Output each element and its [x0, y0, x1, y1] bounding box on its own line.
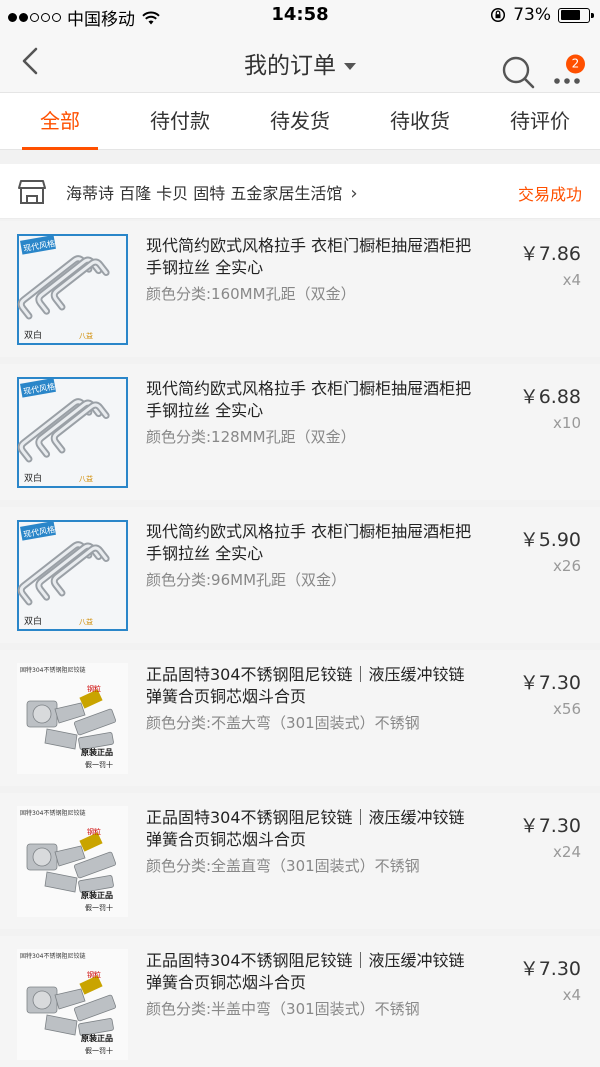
store-icon — [18, 180, 46, 204]
tab-all[interactable]: 全部 — [0, 93, 120, 150]
tab-pending-shipment[interactable]: 待发货 — [240, 93, 360, 149]
product-quantity: x24 — [553, 843, 581, 861]
svg-text:双白: 双白 — [24, 472, 42, 484]
product-price: ￥7.86 — [519, 243, 581, 265]
product-thumbnail[interactable]: 现代风格 双白 八益 — [17, 520, 128, 631]
svg-text:假一罚十: 假一罚十 — [85, 903, 113, 912]
product-spec: 颜色分类:160MM孔距（双金） — [146, 285, 356, 303]
product-quantity: x4 — [562, 271, 581, 289]
product-title: 现代简约欧式风格拉手 衣柜门橱柜抽屉酒柜把手钢拉丝 全实心 — [146, 522, 472, 563]
product-spec: 颜色分类:不盖大弯（301固装式）不锈钢 — [146, 714, 420, 732]
tab-pending-review[interactable]: 待评价 — [480, 93, 600, 149]
svg-text:双白: 双白 — [24, 329, 42, 341]
svg-text:固特304不锈钢阻尼铰链: 固特304不锈钢阻尼铰链 — [20, 809, 85, 817]
svg-text:双白: 双白 — [24, 615, 42, 627]
svg-text:八益: 八益 — [79, 331, 93, 340]
chevron-right-icon: › — [350, 183, 358, 204]
tab-pending-receipt[interactable]: 待收货 — [360, 93, 480, 149]
svg-text:原装正品: 原装正品 — [81, 747, 113, 757]
shop-name[interactable]: 海蒂诗 百隆 卡贝 固特 五金家居生活馆 › — [66, 180, 358, 204]
product-title: 正品固特304不锈钢阻尼铰链｜液压缓冲铰链弹簧合页铜芯烟斗合页 — [146, 808, 465, 849]
svg-text:假一罚十: 假一罚十 — [85, 1046, 113, 1055]
order-item[interactable]: 固特304不锈钢阻尼铰链 钢粒 原装正品 假一罚十 正品固特304不锈钢阻尼铰链… — [0, 793, 600, 929]
nav-bar: 我的订单 2 — [0, 30, 600, 92]
product-thumbnail[interactable]: 现代风格 双白 八益 — [17, 234, 128, 345]
svg-text:固特304不锈钢阻尼铰链: 固特304不锈钢阻尼铰链 — [20, 666, 85, 674]
product-title: 现代简约欧式风格拉手 衣柜门橱柜抽屉酒柜把手钢拉丝 全实心 — [146, 379, 472, 420]
shop-name-text: 海蒂诗 百隆 卡贝 固特 五金家居生活馆 — [66, 184, 343, 203]
svg-text:原装正品: 原装正品 — [81, 1033, 113, 1043]
svg-text:八益: 八益 — [79, 617, 93, 626]
product-thumbnail[interactable]: 固特304不锈钢阻尼铰链 钢粒 原装正品 假一罚十 — [17, 949, 128, 1060]
caret-down-icon — [344, 63, 356, 70]
product-spec: 颜色分类:半盖中弯（301固装式）不锈钢 — [146, 1000, 420, 1018]
product-spec: 颜色分类:128MM孔距（双金） — [146, 428, 356, 446]
product-title: 正品固特304不锈钢阻尼铰链｜液压缓冲铰链弹簧合页铜芯烟斗合页 — [146, 951, 465, 992]
svg-text:假一罚十: 假一罚十 — [85, 760, 113, 769]
product-price: ￥6.88 — [519, 386, 581, 408]
notification-badge: 2 — [566, 54, 585, 74]
product-title: 现代简约欧式风格拉手 衣柜门橱柜抽屉酒柜把手钢拉丝 全实心 — [146, 236, 472, 277]
order-item[interactable]: 现代风格 双白 八益 现代简约欧式风格拉手 衣柜门橱柜抽屉酒柜把手钢拉丝 全实心… — [0, 364, 600, 500]
order-tabs: 全部 待付款 待发货 待收货 待评价 — [0, 92, 600, 150]
svg-text:八益: 八益 — [79, 474, 93, 483]
tab-pending-payment[interactable]: 待付款 — [120, 93, 240, 149]
page-title-text: 我的订单 — [244, 53, 336, 79]
status-bar: 中国移动 14:58 73% — [0, 0, 600, 30]
svg-text:固特304不锈钢阻尼铰链: 固特304不锈钢阻尼铰链 — [20, 952, 85, 960]
product-thumbnail[interactable]: 固特304不锈钢阻尼铰链 钢粒 原装正品 假一罚十 — [17, 806, 128, 917]
product-price: ￥7.30 — [519, 672, 581, 694]
product-price: ￥7.30 — [519, 815, 581, 837]
svg-text:原装正品: 原装正品 — [81, 890, 113, 900]
battery-percent: 73% — [513, 5, 551, 25]
product-thumbnail[interactable]: 现代风格 双白 八益 — [17, 377, 128, 488]
order-item[interactable]: 现代风格 双白 八益 现代简约欧式风格拉手 衣柜门橱柜抽屉酒柜把手钢拉丝 全实心… — [0, 507, 600, 643]
order-item[interactable]: 固特304不锈钢阻尼铰链 钢粒 原装正品 假一罚十 正品固特304不锈钢阻尼铰链… — [0, 650, 600, 786]
product-price: ￥5.90 — [519, 529, 581, 551]
product-price: ￥7.30 — [519, 958, 581, 980]
order-item[interactable]: 固特304不锈钢阻尼铰链 钢粒 原装正品 假一罚十 正品固特304不锈钢阻尼铰链… — [0, 936, 600, 1067]
shop-header[interactable]: 海蒂诗 百隆 卡贝 固特 五金家居生活馆 › 交易成功 — [0, 164, 600, 219]
product-quantity: x26 — [553, 557, 581, 575]
svg-text:钢粒: 钢粒 — [87, 684, 101, 693]
battery-icon — [558, 7, 594, 23]
status-right: 73% — [490, 5, 594, 25]
more-icon[interactable] — [552, 74, 582, 88]
rotation-lock-icon — [491, 7, 506, 23]
product-quantity: x56 — [553, 700, 581, 718]
order-item[interactable]: 现代风格 双白 八益 现代简约欧式风格拉手 衣柜门橱柜抽屉酒柜把手钢拉丝 全实心… — [0, 221, 600, 357]
svg-text:钢粒: 钢粒 — [87, 827, 101, 836]
product-spec: 颜色分类:全盖直弯（301固装式）不锈钢 — [146, 857, 420, 875]
product-thumbnail[interactable]: 固特304不锈钢阻尼铰链 钢粒 原装正品 假一罚十 — [17, 663, 128, 774]
search-icon[interactable] — [500, 54, 536, 90]
order-items: 现代风格 双白 八益 现代简约欧式风格拉手 衣柜门橱柜抽屉酒柜把手钢拉丝 全实心… — [0, 219, 600, 1067]
svg-text:钢粒: 钢粒 — [87, 970, 101, 979]
product-quantity: x10 — [553, 414, 581, 432]
product-quantity: x4 — [562, 986, 581, 1004]
product-spec: 颜色分类:96MM孔距（双金） — [146, 571, 347, 589]
product-title: 正品固特304不锈钢阻尼铰链｜液压缓冲铰链弹簧合页铜芯烟斗合页 — [146, 665, 465, 706]
order-status: 交易成功 — [517, 185, 582, 204]
